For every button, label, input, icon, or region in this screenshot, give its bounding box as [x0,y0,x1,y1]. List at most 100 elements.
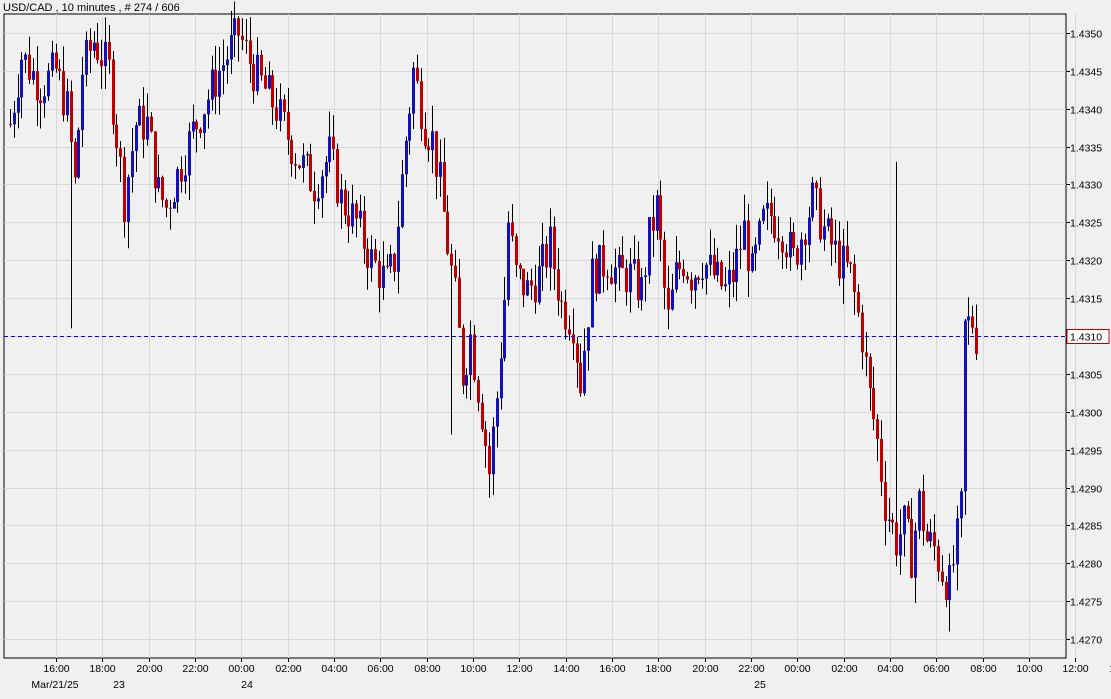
candle-body [363,210,366,249]
candle-body [321,176,324,199]
candle-body [598,245,601,294]
candle-body [279,99,282,121]
candle-body [568,329,571,335]
x-tick-label: 00:00 [784,663,810,675]
y-tick-label: 1.4300 [1070,408,1102,420]
candle-body [115,124,118,149]
candle-body [302,155,305,168]
candle-body [549,226,552,268]
candle-body [173,202,176,209]
candle-body [888,519,891,521]
candle-body [290,139,293,164]
candle-body [804,239,807,245]
candle-body [541,244,544,267]
candle-body [100,60,103,67]
candle-body [675,262,678,290]
x-tick-label: 10:00 [460,663,486,675]
candle-body [154,131,157,189]
candle-body [637,259,640,301]
x-axis: 16:00 18:00 20:00 22:00 00:00 02:00 04:00 06:00… [31,658,1111,691]
candle-body [96,42,99,61]
candle-body [138,105,141,126]
candle-body [306,154,309,156]
candle-body [971,316,974,328]
x-tick-label: 18:00 [645,663,671,675]
candle-body [728,269,731,285]
candle-body [842,245,845,279]
candle-body [203,114,206,134]
candle-body [747,220,750,272]
candle-body [211,69,214,100]
x-tick-label: 04:00 [877,663,903,675]
x-tick-label: 08:00 [970,663,996,675]
candle-body [659,195,662,240]
candle-body [602,245,605,277]
candle-body [58,68,61,72]
candle-body [226,59,229,66]
candle-body [720,261,723,287]
candle-body [81,74,84,130]
candle-body [511,222,514,237]
candle-body [716,261,719,276]
candle-body [127,177,130,223]
candle-body [686,276,689,280]
candle-body [808,217,811,245]
x-tick-label: 18:00 [89,663,115,675]
candle-body [287,111,290,140]
candle-body [564,301,567,330]
candle-body [751,253,754,272]
candle-body [93,42,96,51]
candle-body [146,116,149,140]
y-tick-label: 1.4350 [1070,29,1102,41]
candle-body [192,121,195,132]
candle-body [325,162,328,177]
candle-body [872,387,875,420]
candle-body [439,161,442,177]
candle-body [450,253,453,266]
candle-body [849,262,852,264]
candle-body [697,277,700,280]
y-tick-label: 1.4285 [1070,521,1102,533]
candle-body [678,262,681,270]
candle-body [317,198,320,202]
y-tick-label: 1.4340 [1070,105,1102,117]
candle-body [663,239,666,288]
candle-body [522,268,525,296]
candle-body [918,491,921,531]
candle-body [378,260,381,288]
candle-body [884,481,887,521]
candle-body [621,254,624,268]
x-tick-label: 20:00 [136,663,162,675]
candle-body [195,121,198,130]
candle-body [579,362,582,394]
candle-body [838,240,841,279]
candle-body [557,269,560,301]
candle-body [880,439,883,482]
candle-body [214,69,217,97]
candle-body [739,248,742,250]
candle-body [397,226,400,272]
candle-body [724,284,727,287]
candle-body [922,491,925,532]
candle-body [347,215,350,227]
candle-body [66,91,69,116]
candle-body [690,279,693,291]
y-tick-label: 1.4320 [1070,256,1102,268]
candle-body [157,177,160,189]
candle-body [135,125,138,152]
y-tick-label: 1.4345 [1070,67,1102,79]
candle-body [948,565,951,600]
candle-body [777,238,780,242]
candle-body [815,182,818,189]
candle-body [591,258,594,328]
candle-body [595,258,598,294]
x-tick-label: 06:00 [367,663,393,675]
candle-body [13,112,16,125]
y-tick-label: 1.4290 [1070,484,1102,496]
candle-body [408,113,411,141]
candle-body [275,107,278,121]
candle-body [24,54,27,60]
candle-body [389,253,392,267]
candle-body [188,131,191,176]
x-tick-label: 14:00 [553,663,579,675]
